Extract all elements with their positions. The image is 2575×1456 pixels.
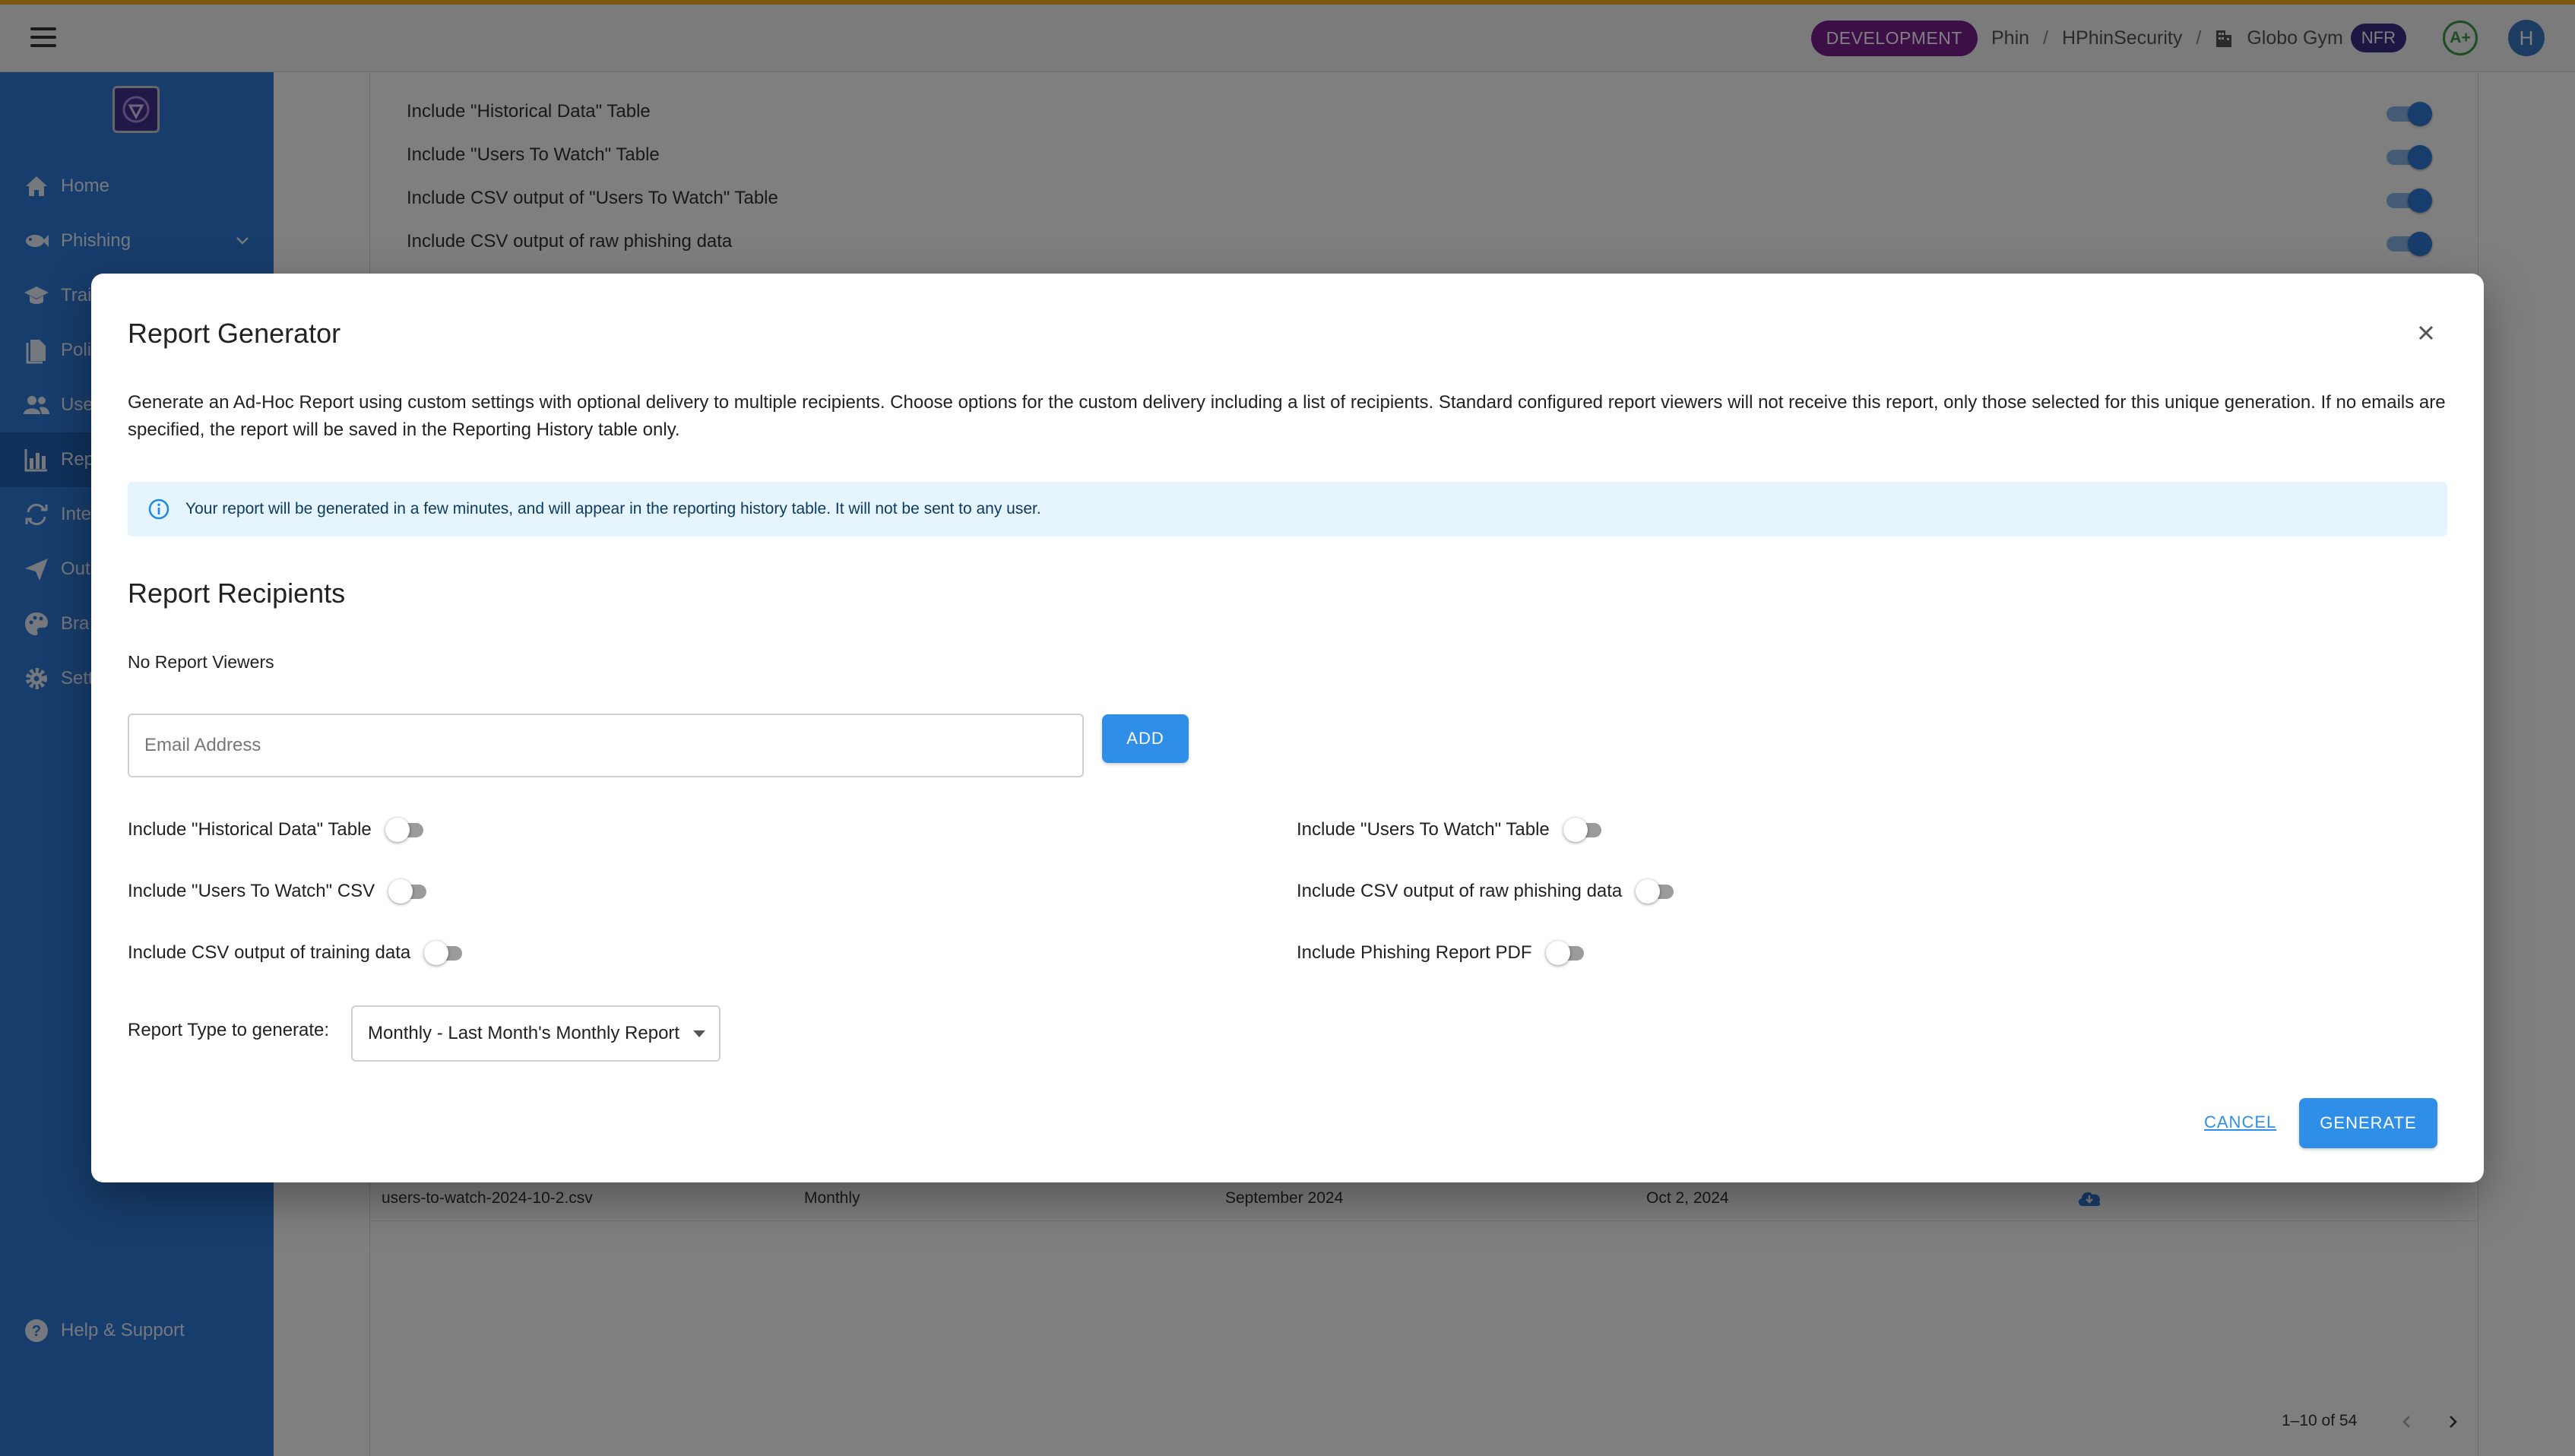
info-icon: [148, 499, 169, 520]
toggle-raw-phishing-data-csv[interactable]: [1636, 879, 1677, 904]
option-raw-phishing-data-csv: Include CSV output of raw phishing data: [1297, 879, 1677, 904]
option-training-data-csv: Include CSV output of training data: [128, 941, 465, 965]
toggle-users-to-watch-table[interactable]: [1563, 818, 1604, 842]
generate-button[interactable]: GENERATE: [2299, 1098, 2437, 1148]
option-historical-data-table: Include "Historical Data" Table: [128, 818, 426, 842]
option-label: Include "Users To Watch" CSV: [128, 881, 375, 901]
report-type-value: Monthly - Last Month's Monthly Report: [368, 1023, 680, 1043]
option-label: Include "Historical Data" Table: [128, 819, 372, 840]
info-alert: Your report will be generated in a few m…: [128, 482, 2447, 537]
report-generator-dialog: Report Generator Generate an Ad-Hoc Repo…: [91, 274, 2484, 1182]
cancel-button[interactable]: CANCEL: [2204, 1113, 2276, 1132]
dialog-title: Report Generator: [128, 318, 341, 349]
toggle-training-data-csv[interactable]: [424, 941, 465, 965]
toggle-users-to-watch-csv[interactable]: [388, 879, 429, 904]
email-address-input[interactable]: [129, 715, 1082, 776]
caret-down-icon: [693, 1030, 705, 1037]
option-label: Include CSV output of training data: [128, 942, 411, 963]
report-type-label: Report Type to generate:: [128, 1020, 330, 1040]
option-label: Include CSV output of raw phishing data: [1297, 881, 1623, 901]
option-label: Include Phishing Report PDF: [1297, 942, 1532, 963]
recipients-heading: Report Recipients: [128, 578, 346, 609]
email-address-field[interactable]: [128, 714, 1084, 777]
toggle-historical-data-table[interactable]: [385, 818, 426, 842]
alert-text: Your report will be generated in a few m…: [185, 500, 1041, 518]
option-users-to-watch-table: Include "Users To Watch" Table: [1297, 818, 1604, 842]
report-type-select[interactable]: Monthly - Last Month's Monthly Report: [351, 1005, 721, 1062]
close-icon[interactable]: [2414, 321, 2438, 345]
option-phishing-report-pdf: Include Phishing Report PDF: [1297, 941, 1587, 965]
dialog-description: Generate an Ad-Hoc Report using custom s…: [128, 392, 2446, 440]
option-label: Include "Users To Watch" Table: [1297, 819, 1550, 840]
option-users-to-watch-csv: Include "Users To Watch" CSV: [128, 879, 429, 904]
no-viewers-text: No Report Viewers: [128, 652, 274, 672]
toggle-phishing-report-pdf[interactable]: [1545, 941, 1587, 965]
add-recipient-button[interactable]: ADD: [1102, 714, 1189, 763]
